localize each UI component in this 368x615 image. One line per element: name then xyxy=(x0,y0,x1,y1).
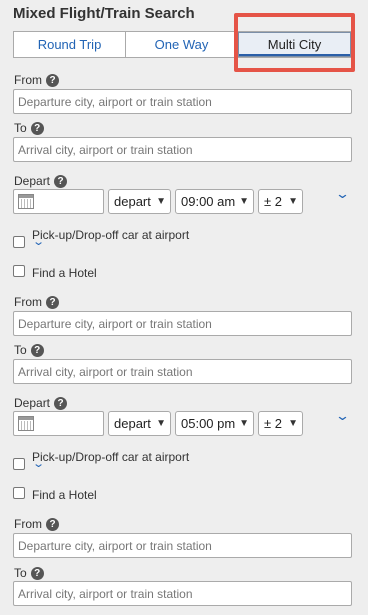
chevron-down-icon: ▼ xyxy=(288,196,298,207)
car-checkbox[interactable] xyxy=(13,236,25,248)
from-input[interactable]: Departure city, airport or train station xyxy=(13,311,352,336)
from-label: From? xyxy=(14,517,59,531)
calendar-icon[interactable] xyxy=(18,416,34,431)
help-icon[interactable]: ? xyxy=(46,517,59,531)
date-input[interactable] xyxy=(13,411,104,436)
car-options-chevron-icon[interactable]: ⌄ xyxy=(32,457,45,470)
to-label: To? xyxy=(14,343,44,357)
chevron-down-icon: ▼ xyxy=(239,418,249,429)
expand-chevron-icon[interactable]: ⌄ xyxy=(335,408,350,424)
to-input[interactable]: Arrival city, airport or train station xyxy=(13,359,352,384)
car-label: Pick-up/Drop-off car at airport xyxy=(32,450,190,464)
depart-label: Depart? xyxy=(14,396,68,410)
expand-chevron-icon[interactable]: ⌄ xyxy=(335,186,350,202)
tab-one-way[interactable]: One Way xyxy=(126,32,238,57)
range-select[interactable]: ± 2 ▼ xyxy=(258,411,303,436)
to-label: To? xyxy=(14,121,44,135)
chevron-down-icon: ▼ xyxy=(156,196,166,207)
help-icon[interactable]: ? xyxy=(46,73,59,87)
date-input[interactable] xyxy=(13,189,104,214)
from-input[interactable]: Departure city, airport or train station xyxy=(13,89,352,114)
help-icon[interactable]: ? xyxy=(30,121,44,135)
time-select[interactable]: 09:00 am ▼ xyxy=(175,189,254,214)
hotel-checkbox[interactable] xyxy=(13,487,25,499)
to-input[interactable]: Arrival city, airport or train station xyxy=(13,581,352,606)
trip-type-tabs: Round Trip One Way Multi City xyxy=(13,31,352,58)
range-select[interactable]: ± 2 ▼ xyxy=(258,189,303,214)
from-label: From? xyxy=(14,295,59,309)
help-icon[interactable]: ? xyxy=(54,174,68,188)
from-input[interactable]: Departure city, airport or train station xyxy=(13,533,352,558)
tab-multi-city[interactable]: Multi City xyxy=(238,32,351,57)
help-icon[interactable]: ? xyxy=(30,566,44,580)
to-input[interactable]: Arrival city, airport or train station xyxy=(13,137,352,162)
depart-mode-select[interactable]: depart ▼ xyxy=(108,189,171,214)
chevron-down-icon: ▼ xyxy=(288,418,298,429)
page-title: Mixed Flight/Train Search xyxy=(13,5,195,22)
hotel-label: Find a Hotel xyxy=(32,488,97,502)
depart-mode-select[interactable]: depart ▼ xyxy=(108,411,171,436)
help-icon[interactable]: ? xyxy=(30,343,44,357)
chevron-down-icon: ▼ xyxy=(239,196,249,207)
hotel-checkbox[interactable] xyxy=(13,265,25,277)
tab-round-trip[interactable]: Round Trip xyxy=(14,32,126,57)
help-icon[interactable]: ? xyxy=(46,295,59,309)
depart-label: Depart? xyxy=(14,174,68,188)
car-checkbox[interactable] xyxy=(13,458,25,470)
car-options-chevron-icon[interactable]: ⌄ xyxy=(32,235,45,248)
help-icon[interactable]: ? xyxy=(54,396,68,410)
time-select[interactable]: 05:00 pm ▼ xyxy=(175,411,254,436)
hotel-label: Find a Hotel xyxy=(32,266,97,280)
from-label: From? xyxy=(14,73,59,87)
calendar-icon[interactable] xyxy=(18,194,34,209)
to-label: To? xyxy=(14,566,44,580)
chevron-down-icon: ▼ xyxy=(156,418,166,429)
car-label: Pick-up/Drop-off car at airport xyxy=(32,228,190,242)
